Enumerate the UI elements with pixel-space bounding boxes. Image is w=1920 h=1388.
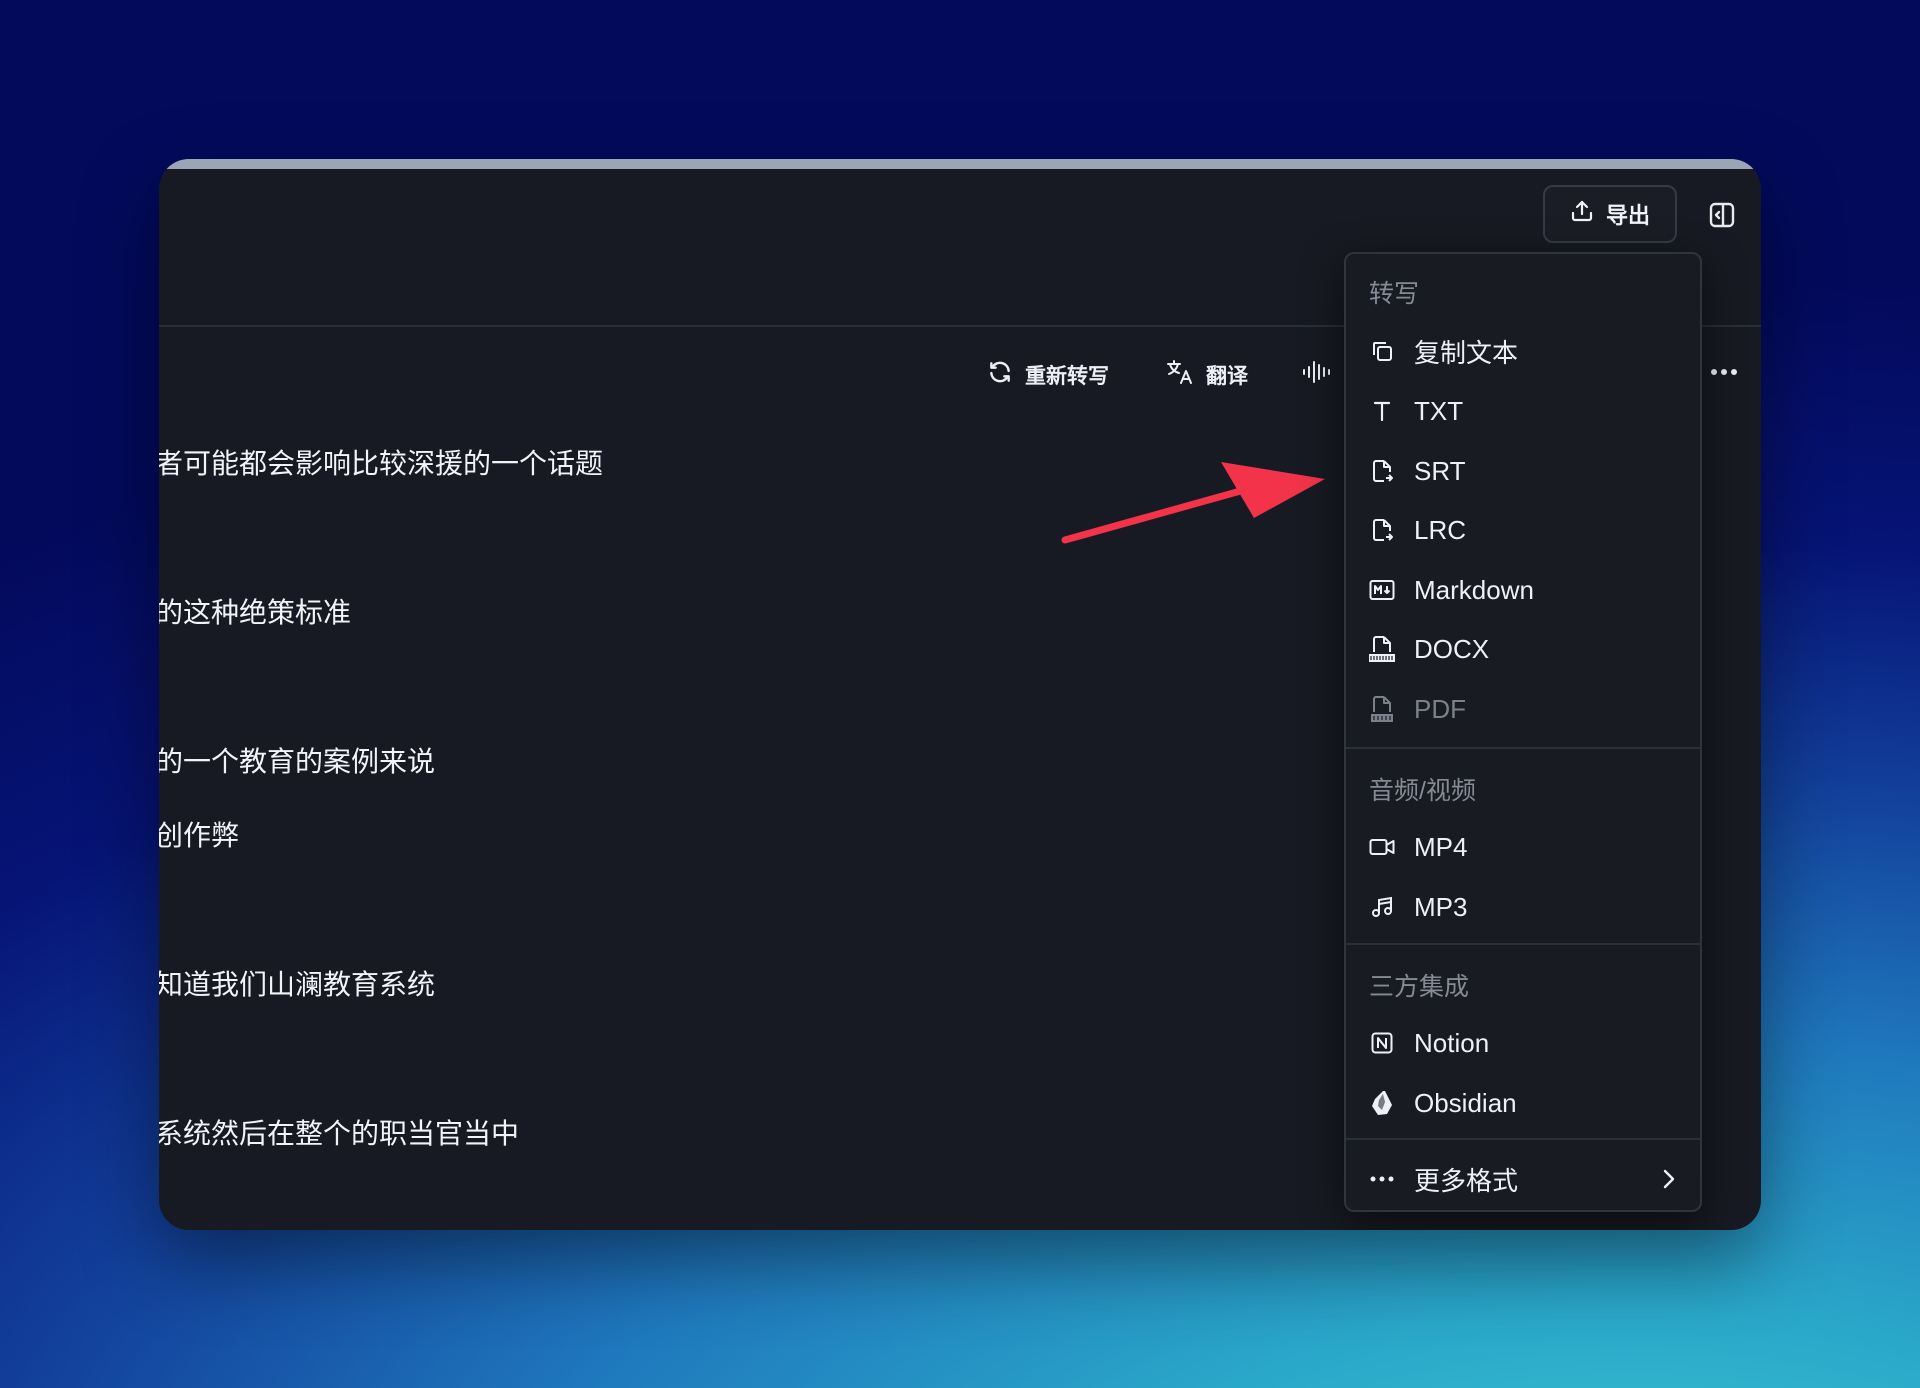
menu-item-notion[interactable]: Notion: [1368, 1023, 1489, 1063]
menu-item-copy-text[interactable]: 复制文本: [1368, 331, 1518, 371]
menu-item-label: MP4: [1414, 831, 1468, 862]
menu-item-mp3[interactable]: MP3: [1368, 887, 1467, 927]
export-menu: 转写 复制文本 TXT SRT LRC Markdown DOCX PDF 音频…: [1344, 252, 1702, 1212]
menu-item-label: TXT: [1414, 395, 1464, 426]
menu-item-label: Markdown: [1414, 574, 1534, 605]
section-title-integration: 三方集成: [1369, 973, 1470, 1001]
video-icon: [1368, 833, 1396, 861]
markdown-icon: [1368, 576, 1396, 604]
obsidian-icon: [1368, 1089, 1396, 1117]
menu-divider: [1346, 943, 1700, 945]
menu-item-label: SRT: [1414, 455, 1466, 486]
docx-file-icon: [1368, 635, 1396, 663]
lyrics-file-icon: [1368, 516, 1396, 544]
section-title-transcript: 转写: [1369, 280, 1420, 308]
music-icon: [1368, 893, 1396, 921]
notion-icon: [1368, 1029, 1396, 1057]
menu-item-txt[interactable]: TXT: [1368, 391, 1463, 431]
subtitle-file-icon: [1368, 457, 1396, 485]
menu-item-label: MP3: [1414, 891, 1468, 922]
menu-item-label: Obsidian: [1414, 1087, 1517, 1118]
text-icon: [1368, 397, 1396, 425]
menu-item-label: 更多格式: [1414, 1165, 1519, 1196]
menu-item-markdown[interactable]: Markdown: [1368, 570, 1534, 610]
menu-item-pdf[interactable]: PDF: [1368, 689, 1466, 729]
menu-item-label: 复制文本: [1414, 337, 1519, 368]
section-title-media: 音频/视频: [1369, 777, 1476, 805]
menu-item-label: LRC: [1414, 514, 1467, 545]
ellipsis-icon: [1368, 1165, 1396, 1193]
pdf-file-icon: [1368, 695, 1396, 723]
menu-item-docx[interactable]: DOCX: [1368, 629, 1489, 669]
chevron-right-icon: [1662, 1168, 1676, 1195]
menu-item-srt[interactable]: SRT: [1368, 451, 1466, 491]
menu-item-label: DOCX: [1414, 633, 1490, 664]
menu-item-more-formats[interactable]: 更多格式: [1368, 1159, 1668, 1199]
menu-divider: [1346, 1138, 1700, 1140]
menu-item-lrc[interactable]: LRC: [1368, 510, 1466, 550]
menu-item-label: PDF: [1414, 693, 1466, 724]
app-window: 导出 重新转写 翻译 者可能都会影响比较深援的一个话题 的这种绝策标准 的一个教…: [159, 159, 1761, 1230]
copy-icon: [1368, 337, 1396, 365]
menu-divider: [1346, 747, 1700, 749]
menu-item-obsidian[interactable]: Obsidian: [1368, 1083, 1517, 1123]
menu-item-mp4[interactable]: MP4: [1368, 827, 1467, 867]
menu-item-label: Notion: [1414, 1027, 1490, 1058]
